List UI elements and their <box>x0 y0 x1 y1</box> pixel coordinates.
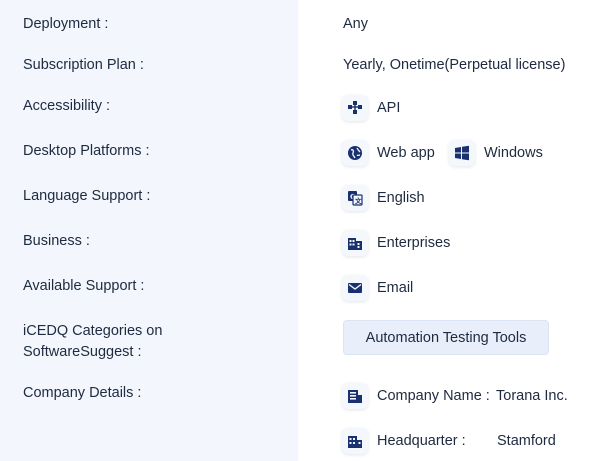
globe-icon <box>342 140 368 166</box>
headquarter-building-icon <box>342 428 368 454</box>
language-support-label: Language Support : <box>23 188 151 204</box>
company-building-icon <box>342 383 368 409</box>
desktop-windows-value: Windows <box>484 145 543 161</box>
support-email-value: Email <box>377 280 414 296</box>
accessibility-label: Accessibility : <box>23 98 111 114</box>
desktop-web-app-value: Web app <box>377 145 435 161</box>
translate-icon: G 文 <box>342 185 368 211</box>
deployment-label: Deployment : <box>23 16 109 32</box>
subscription-plan-value: Yearly, Onetime(Perpetual license) <box>343 57 566 73</box>
building-icon <box>342 230 368 256</box>
business-enterprises-value: Enterprises <box>377 235 451 251</box>
categories-label-line1: iCEDQ Categories on <box>23 323 163 339</box>
desktop-platforms-label: Desktop Platforms : <box>23 143 150 159</box>
headquarter-value: Stamford <box>497 433 556 449</box>
company-details-label: Company Details : <box>23 385 142 401</box>
available-support-label: Available Support : <box>23 278 145 294</box>
category-tag-automation-testing-tools[interactable]: Automation Testing Tools <box>343 320 549 355</box>
svg-text:文: 文 <box>354 196 362 205</box>
language-english-value: English <box>377 190 425 206</box>
email-icon <box>342 275 368 301</box>
company-name-label: Company Name : <box>377 388 490 404</box>
accessibility-api-value: API <box>377 100 401 116</box>
subscription-plan-label: Subscription Plan : <box>23 57 144 73</box>
deployment-value: Any <box>343 16 368 32</box>
api-icon <box>342 95 368 121</box>
categories-label-line2: SoftwareSuggest : <box>23 344 142 360</box>
windows-icon <box>449 140 475 166</box>
headquarter-label: Headquarter : <box>377 433 466 449</box>
company-name-value: Torana Inc. <box>496 388 568 404</box>
business-label: Business : <box>23 233 90 249</box>
